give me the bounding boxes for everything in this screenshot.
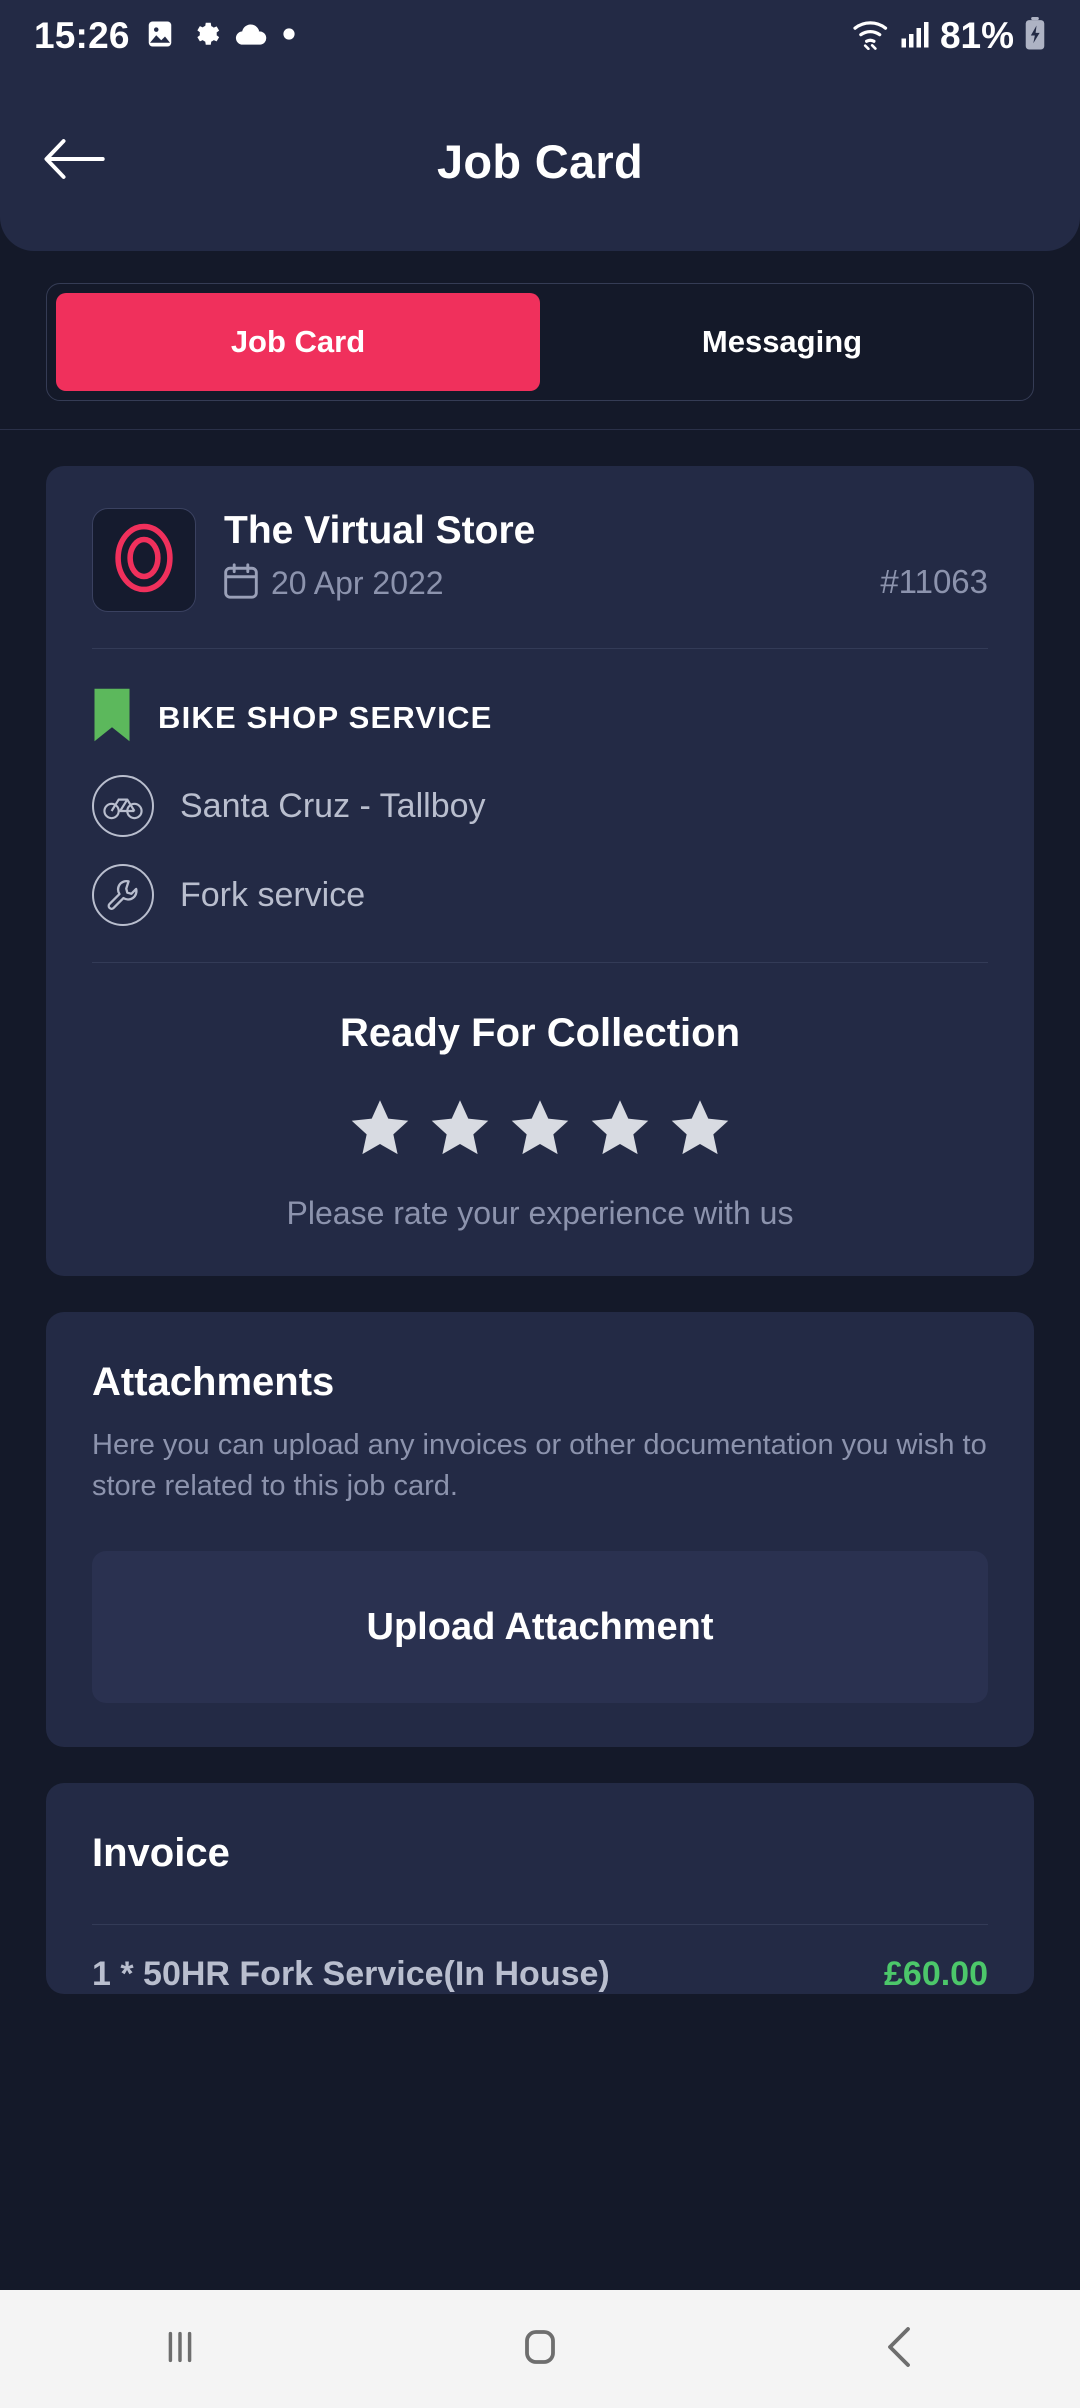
back-arrow-icon <box>44 137 106 186</box>
nav-back-icon <box>878 2323 922 2376</box>
battery-charging-icon <box>1024 16 1046 56</box>
status-bar: 15:26 81% <box>0 0 1080 72</box>
invoice-item-description: 1 * 50HR Fork Service(In House) <box>92 1955 610 1994</box>
nav-home-button[interactable] <box>360 2323 720 2376</box>
battery-percent: 81% <box>939 15 1014 56</box>
system-nav-bar <box>0 2290 1080 2408</box>
image-icon <box>145 19 175 54</box>
tab-bar: Job Card Messaging <box>46 283 1034 401</box>
calendar-icon <box>224 563 258 604</box>
invoice-body: Invoice 1 * 50HR Fork Service(In House) … <box>46 1783 1034 1994</box>
invoice-title: Invoice <box>92 1831 230 1876</box>
invoice-panel: Invoice 1 * 50HR Fork Service(In House) … <box>46 1783 1034 1995</box>
store-logo-icon <box>112 521 176 600</box>
invoice-line-item: 1 * 50HR Fork Service(In House) £60.00 <box>92 1925 988 1994</box>
invoice-item-amount: £60.00 <box>884 1955 988 1994</box>
nav-recents-button[interactable] <box>0 2324 360 2375</box>
attachments-body: Attachments Here you can upload any invo… <box>46 1312 1034 1747</box>
service-row-bike: Santa Cruz - Tallboy <box>92 775 988 837</box>
service-row-fork-label: Fork service <box>180 875 366 914</box>
star-1[interactable] <box>347 1096 413 1165</box>
star-3[interactable] <box>507 1096 573 1165</box>
main-content: The Virtual Store 20 Apr 2022 #11063 BIK… <box>0 466 1080 1995</box>
status-time: 15:26 <box>34 15 130 56</box>
dot-icon <box>282 27 296 46</box>
job-meta: The Virtual Store 20 Apr 2022 #11063 <box>196 508 988 612</box>
bookmark-icon <box>92 687 132 748</box>
tab-job-card[interactable]: Job Card <box>56 293 540 391</box>
job-date-row: 20 Apr 2022 #11063 <box>224 563 988 604</box>
status-bar-right: 81% <box>852 15 1046 57</box>
wrench-icon <box>92 864 154 926</box>
attachments-title: Attachments <box>92 1360 335 1404</box>
rating-prompt: Please rate your experience with us <box>286 1195 794 1231</box>
job-number: #11063 <box>880 563 988 601</box>
recents-icon <box>157 2324 203 2375</box>
tab-messaging[interactable]: Messaging <box>540 293 1024 391</box>
job-header-row: The Virtual Store 20 Apr 2022 #11063 <box>46 466 1034 612</box>
star-5[interactable] <box>667 1096 733 1165</box>
service-category-label: BIKE SHOP SERVICE <box>158 699 493 735</box>
service-block: BIKE SHOP SERVICE Santa Cruz - Tallboy F… <box>46 649 1034 926</box>
tab-divider <box>0 429 1080 430</box>
nav-back-button[interactable] <box>720 2323 1080 2376</box>
status-bar-left: 15:26 <box>34 15 296 57</box>
store-logo <box>92 508 196 612</box>
page-title: Job Card <box>436 134 644 188</box>
star-4[interactable] <box>587 1096 653 1165</box>
star-2[interactable] <box>427 1096 493 1165</box>
service-row-bike-label: Santa Cruz - Tallboy <box>180 786 486 825</box>
gear-icon <box>190 19 220 54</box>
attachments-panel: Attachments Here you can upload any invo… <box>46 1312 1034 1748</box>
bicycle-icon <box>92 775 154 837</box>
service-category-row: BIKE SHOP SERVICE <box>92 687 988 748</box>
service-row-fork: Fork service <box>92 864 988 926</box>
rating-stars[interactable] <box>46 1096 1034 1165</box>
job-card-panel: The Virtual Store 20 Apr 2022 #11063 BIK… <box>46 466 1034 1276</box>
back-button[interactable] <box>30 116 120 206</box>
upload-attachment-button[interactable]: Upload Attachment <box>92 1551 988 1704</box>
job-date: 20 Apr 2022 <box>271 565 444 602</box>
job-status: Ready For Collection <box>339 1011 741 1055</box>
store-name: The Virtual Store <box>224 509 536 552</box>
job-card-divider-bottom <box>92 962 988 963</box>
cloud-icon <box>235 21 267 52</box>
attachments-description: Here you can upload any invoices or othe… <box>92 1429 987 1503</box>
app-header: Job Card <box>0 71 1080 251</box>
cellular-signal-icon <box>900 19 930 54</box>
home-icon <box>516 2323 564 2376</box>
wifi-icon <box>852 18 890 55</box>
tab-bar-wrapper: Job Card Messaging <box>0 251 1080 429</box>
